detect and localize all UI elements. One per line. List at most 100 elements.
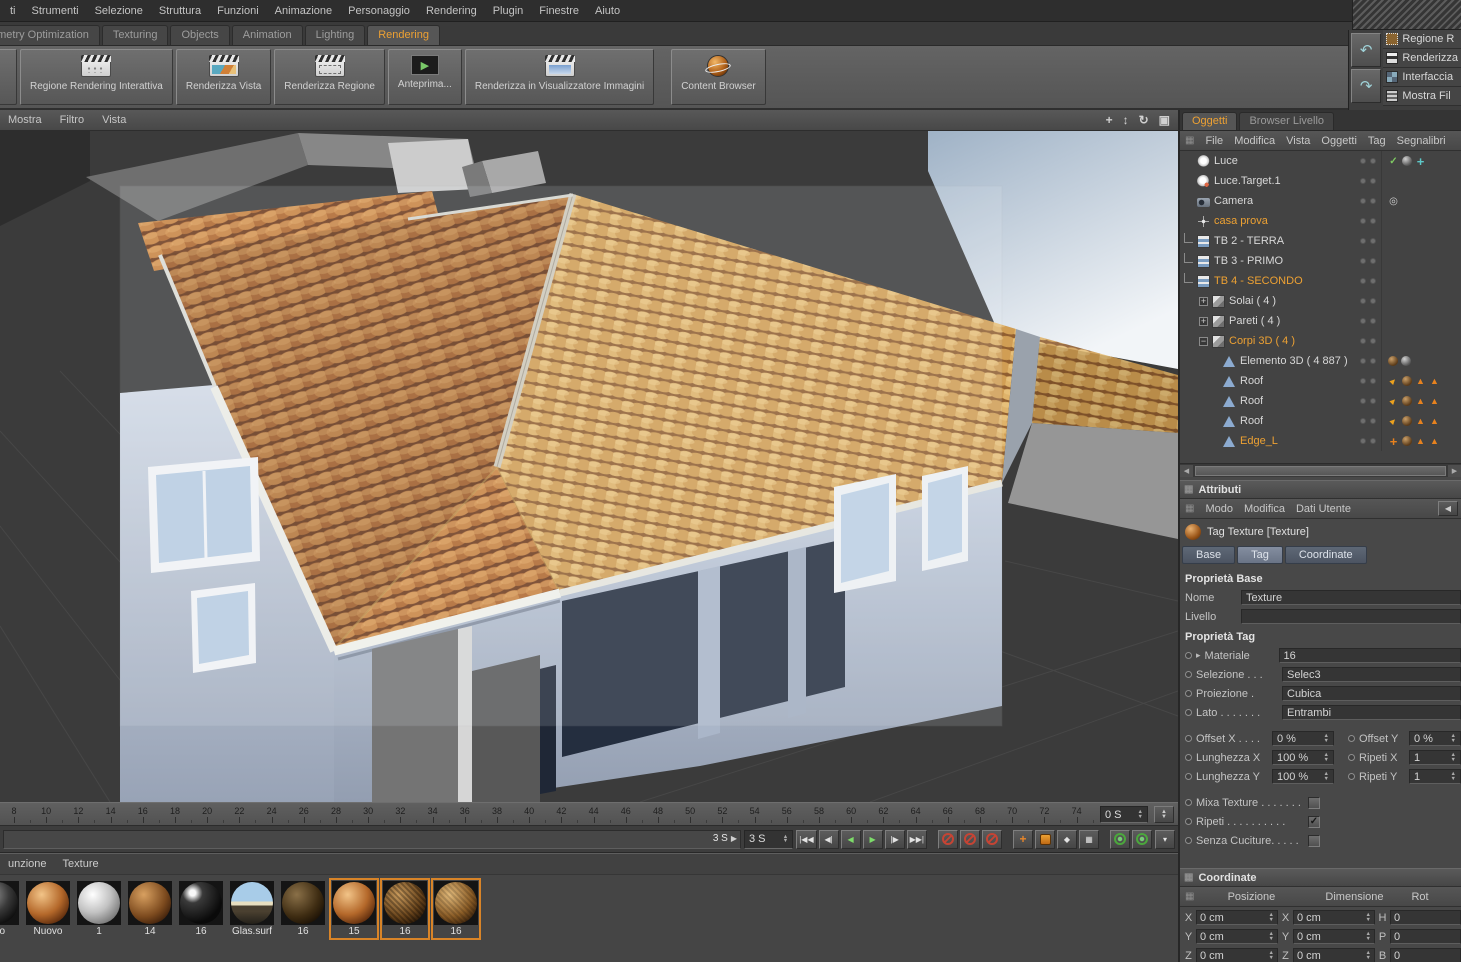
object-row-elemento-3d-4-887[interactable]: Elemento 3D ( 4 887 ) xyxy=(1180,351,1461,371)
record-position-button[interactable] xyxy=(938,829,958,849)
render-dot[interactable] xyxy=(1370,178,1376,184)
target-badge[interactable] xyxy=(1388,196,1399,207)
object-row-pareti-4[interactable]: + Pareti ( 4 ) xyxy=(1180,311,1461,331)
autokey-button[interactable]: + xyxy=(1013,829,1033,849)
render-dot[interactable] xyxy=(1370,378,1376,384)
cone-badge[interactable] xyxy=(1388,396,1399,407)
layout-tab-ometry-optimization[interactable]: ometry Optimization xyxy=(0,25,100,45)
anim-dot[interactable] xyxy=(1348,735,1355,742)
material-thumb[interactable]: 16 xyxy=(278,878,328,940)
rotation-b-field[interactable]: 0 xyxy=(1390,948,1461,962)
next-key-button[interactable]: |▶ xyxy=(884,829,905,849)
object-menu-segnalibri[interactable]: Segnalibri xyxy=(1397,135,1446,147)
visibility-toggles[interactable] xyxy=(1355,338,1381,344)
viewport-menu-vista[interactable]: Vista xyxy=(102,114,126,126)
mixa-texture-checkbox[interactable] xyxy=(1308,796,1320,809)
dimension-z-field[interactable]: 0 cm ▲ ▼ xyxy=(1293,948,1375,962)
scroll-left-icon[interactable]: ◀ xyxy=(1180,464,1193,477)
attribute-menu-modifica[interactable]: Modifica xyxy=(1244,503,1285,515)
ripeti-x-field[interactable]: 1 ▲ ▼ xyxy=(1409,750,1461,765)
offset-x-field[interactable]: 0 % ▲ ▼ xyxy=(1272,731,1334,746)
visibility-toggles[interactable] xyxy=(1355,438,1381,444)
lunghezza-y-field[interactable]: 100 % ▲ ▼ xyxy=(1272,769,1334,784)
layout-tab-texturing[interactable]: Texturing xyxy=(101,25,169,45)
material-thumb[interactable]: 1 xyxy=(74,878,124,940)
visibility-toggles[interactable] xyxy=(1355,358,1381,364)
object-manager-tab-oggetti[interactable]: Oggetti xyxy=(1182,112,1238,130)
position-x-field[interactable]: 0 cm ▲ ▼ xyxy=(1196,910,1278,925)
visibility-toggles[interactable] xyxy=(1355,278,1381,284)
visibility-toggles[interactable] xyxy=(1355,258,1381,264)
menubar-item-struttura[interactable]: Struttura xyxy=(151,2,209,20)
dimension-x-field[interactable]: 0 cm ▲ ▼ xyxy=(1293,910,1375,925)
quick-item-regione-r[interactable]: Regione R xyxy=(1383,30,1461,49)
menubar-item-ti[interactable]: ti xyxy=(2,2,24,20)
menubar-item-selezione[interactable]: Selezione xyxy=(87,2,151,20)
ballb-badge[interactable] xyxy=(1388,356,1398,366)
layout-tab-rendering[interactable]: Rendering xyxy=(367,25,440,45)
attribute-tab-coordinate[interactable]: Coordinate xyxy=(1284,546,1367,564)
anim-dot[interactable] xyxy=(1185,754,1192,761)
anim-dot[interactable] xyxy=(1185,709,1192,716)
value-stepper[interactable]: ▲ ▼ xyxy=(1451,772,1456,781)
redo-button[interactable]: ↷ xyxy=(1351,69,1382,103)
attribute-tab-tag[interactable]: Tag xyxy=(1237,546,1283,564)
anim-dot[interactable] xyxy=(1185,818,1192,825)
tri-badge[interactable] xyxy=(1415,376,1426,387)
timeline-end-field[interactable]: 0 S ▲ ▼ xyxy=(1100,806,1148,823)
interactive-render-region[interactable] xyxy=(119,185,1003,727)
lunghezza-x-field[interactable]: 100 % ▲ ▼ xyxy=(1272,750,1334,765)
visibility-toggles[interactable] xyxy=(1355,398,1381,404)
material-menu-unzione[interactable]: unzione xyxy=(8,858,47,870)
visibility-dot[interactable] xyxy=(1360,158,1366,164)
object-menu-oggetti[interactable]: Oggetti xyxy=(1321,135,1356,147)
render-dot[interactable] xyxy=(1370,218,1376,224)
render-dot[interactable] xyxy=(1370,338,1376,344)
attribute-tab-base[interactable]: Base xyxy=(1182,546,1236,564)
tri-badge[interactable] xyxy=(1415,416,1426,427)
layout-tab-objects[interactable]: Objects xyxy=(170,25,230,45)
dimension-y-field[interactable]: 0 cm ▲ ▼ xyxy=(1293,929,1375,944)
pan-icon[interactable]: + xyxy=(1106,113,1113,127)
current-frame-marker[interactable]: 3 S ▶ xyxy=(713,833,737,844)
anim-dot[interactable] xyxy=(1185,671,1192,678)
object-tree-hscrollbar[interactable]: ◀ ▶ xyxy=(1180,463,1461,477)
cone-badge[interactable] xyxy=(1388,416,1399,427)
menubar-item-personaggio[interactable]: Personaggio xyxy=(340,2,418,20)
object-row-solai-4[interactable]: + Solai ( 4 ) xyxy=(1180,291,1461,311)
render-dot[interactable] xyxy=(1370,238,1376,244)
position-y-field[interactable]: 0 cm ▲ ▼ xyxy=(1196,929,1278,944)
tri-badge[interactable] xyxy=(1429,436,1440,447)
expand-arrow-icon[interactable]: ▸ xyxy=(1196,650,1201,661)
anim-dot[interactable] xyxy=(1185,799,1192,806)
visibility-dot[interactable] xyxy=(1360,438,1366,444)
object-row-casa-prova[interactable]: casa prova xyxy=(1180,211,1461,231)
toolbar-renderizza-in-visualizzatore-immagini-button[interactable]: Renderizza in Visualizzatore Immagini xyxy=(464,49,655,105)
visibility-dot[interactable] xyxy=(1360,318,1366,324)
menubar-item-aiuto[interactable]: Aiuto xyxy=(587,2,628,20)
object-row-tb-4-secondo[interactable]: TB 4 - SECONDO xyxy=(1180,271,1461,291)
value-stepper[interactable]: ▲ ▼ xyxy=(1269,951,1274,960)
materiale-field[interactable]: 16 xyxy=(1278,648,1461,663)
expand-icon[interactable]: + xyxy=(1199,316,1208,326)
solo-green-a-button[interactable] xyxy=(1110,829,1130,849)
transport-more-button[interactable]: ▾ xyxy=(1155,829,1175,849)
toolbar-regione-rendering-interattiva-button[interactable]: Regione Rendering Interattiva xyxy=(20,49,173,105)
power-slider[interactable]: 3 S ▶ xyxy=(3,829,741,849)
visibility-toggles[interactable] xyxy=(1355,418,1381,424)
render-dot[interactable] xyxy=(1370,438,1376,444)
quick-item-interfaccia[interactable]: Interfaccia xyxy=(1383,68,1461,87)
value-stepper[interactable]: ▲ ▼ xyxy=(1451,753,1456,762)
render-dot[interactable] xyxy=(1370,278,1376,284)
layout-tab-animation[interactable]: Animation xyxy=(231,25,303,45)
play-forward-button[interactable]: ▶ xyxy=(862,829,883,849)
object-row-edge-l[interactable]: Edge_L xyxy=(1180,431,1461,451)
toolbar-renderizza-regione-button[interactable]: Renderizza Regione xyxy=(274,49,385,105)
visibility-dot[interactable] xyxy=(1360,338,1366,344)
visibility-dot[interactable] xyxy=(1360,258,1366,264)
object-row-tb-2-terra[interactable]: TB 2 - TERRA xyxy=(1180,231,1461,251)
visibility-dot[interactable] xyxy=(1360,398,1366,404)
check-badge[interactable] xyxy=(1388,156,1399,167)
object-row-corpi-3d-4[interactable]: − Corpi 3D ( 4 ) xyxy=(1180,331,1461,351)
toolbar-anteprima-button[interactable]: Anteprima... xyxy=(387,49,462,105)
